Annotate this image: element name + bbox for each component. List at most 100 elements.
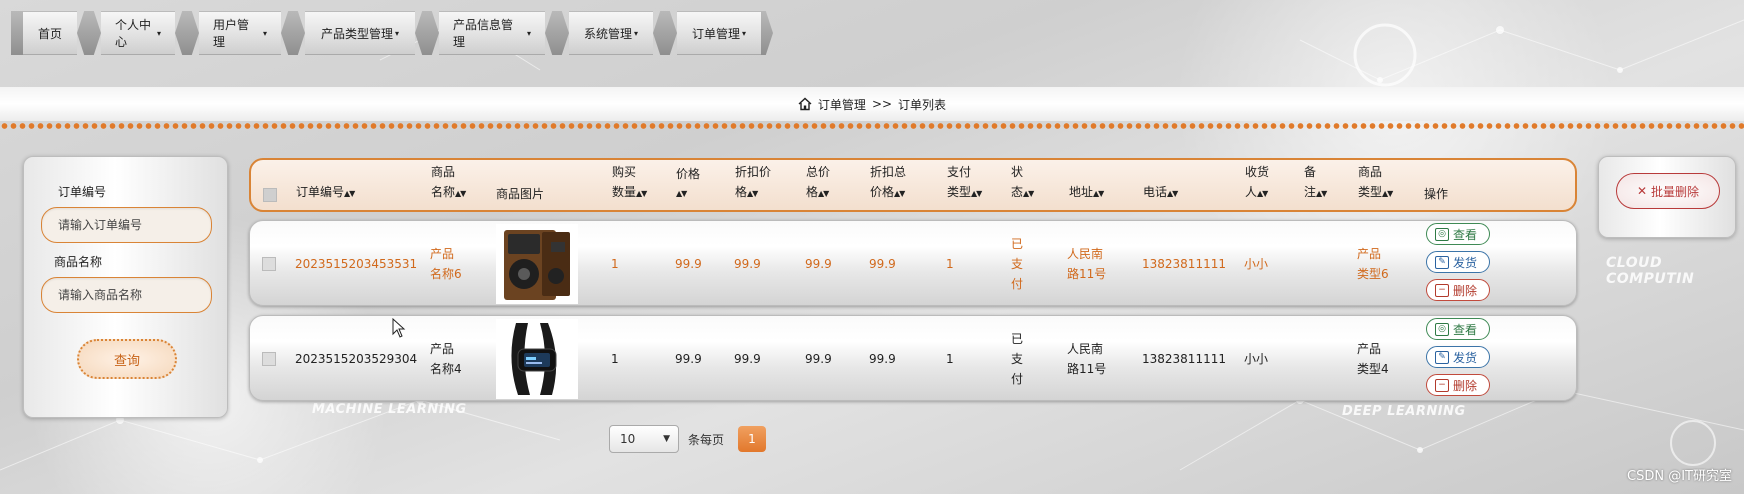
nav-cap-left bbox=[11, 11, 23, 55]
sort-icon: ▲▼ bbox=[676, 189, 687, 198]
cell-price: 99.9 bbox=[675, 352, 702, 366]
nav-separator bbox=[281, 11, 305, 55]
product-name-input[interactable] bbox=[41, 277, 212, 313]
product-name-label: 商品名称 bbox=[54, 255, 103, 269]
col-discount-total[interactable]: 折扣总 价格▲▼ bbox=[870, 162, 906, 204]
bg-text-cloud: CLOUD COMPUTIN bbox=[1606, 255, 1695, 287]
nav-item-label: 订单管理 bbox=[691, 26, 740, 41]
cell-qty: 1 bbox=[611, 257, 619, 271]
col-price[interactable]: 价格 ▲▼ bbox=[676, 164, 700, 204]
select-all-checkbox[interactable] bbox=[263, 188, 277, 202]
nav-item-label: 个人中心 bbox=[115, 18, 152, 49]
nav-item-personal[interactable]: 个人中心 ▾ bbox=[101, 11, 175, 55]
table-row[interactable]: 2023515203453531 产品 名称6 1 99.9 99.9 99.9 … bbox=[249, 220, 1577, 306]
per-page-label: 条每页 bbox=[688, 433, 725, 447]
cell-phone: 13823811111 bbox=[1142, 352, 1226, 366]
cell-receiver: 小小 bbox=[1244, 257, 1269, 271]
nav-item-orders[interactable]: 订单管理 ▾ bbox=[677, 11, 761, 55]
view-icon: ◎ bbox=[1435, 322, 1449, 336]
row-checkbox[interactable] bbox=[262, 352, 276, 366]
col-phone[interactable]: 电话▲▼ bbox=[1143, 182, 1178, 204]
sort-icon: ▲▼ bbox=[344, 189, 355, 198]
breadcrumb: 订单管理 >> 订单列表 bbox=[0, 87, 1744, 121]
order-no-label: 订单编号 bbox=[58, 185, 107, 199]
table-header: 订单编号▲▼ 商品 名称▲▼ 商品图片 购买 数量▲▼ 价格 ▲▼ 折扣价 格▲▼ 总价… bbox=[249, 158, 1577, 212]
delete-button[interactable]: − 删除 bbox=[1426, 279, 1490, 301]
product-thumbnail-speaker[interactable] bbox=[496, 224, 578, 304]
sort-icon: ▲▼ bbox=[818, 189, 829, 198]
sort-icon: ▲▼ bbox=[1093, 189, 1104, 198]
col-remark[interactable]: 备注▲▼ bbox=[1304, 162, 1327, 204]
cell-discount-price: 99.9 bbox=[734, 352, 761, 366]
search-panel: 订单编号 商品名称 查询 bbox=[23, 156, 228, 418]
nav-separator bbox=[175, 11, 199, 55]
batch-delete-button[interactable]: ✕ 批量删除 bbox=[1616, 173, 1720, 209]
nav-cap-right bbox=[761, 11, 773, 55]
nav-item-users[interactable]: 用户管理 ▾ bbox=[199, 11, 281, 55]
cell-status: 已支付 bbox=[1011, 237, 1024, 291]
nav-item-label: 产品信息管理 bbox=[453, 18, 514, 49]
col-qty[interactable]: 购买 数量▲▼ bbox=[612, 162, 647, 204]
cell-total: 99.9 bbox=[805, 352, 832, 366]
nav-item-label: 用户管理 bbox=[213, 18, 250, 49]
bg-text-ml: MACHINE LEARNING bbox=[312, 402, 467, 417]
order-no-input[interactable] bbox=[41, 207, 212, 243]
product-thumbnail-smartband[interactable] bbox=[496, 319, 578, 399]
view-button[interactable]: ◎ 查看 bbox=[1426, 318, 1490, 340]
sort-icon: ▲▼ bbox=[1257, 189, 1268, 198]
nav-item-label: 产品类型管理 bbox=[320, 26, 393, 41]
cell-product-name: 产品 名称4 bbox=[430, 342, 462, 376]
sort-icon: ▲▼ bbox=[747, 189, 758, 198]
col-image: 商品图片 bbox=[496, 187, 545, 201]
cell-order-no: 2023515203529304 bbox=[295, 352, 418, 366]
nav-item-system[interactable]: 系统管理 ▾ bbox=[569, 11, 653, 55]
nav-separator bbox=[77, 11, 101, 55]
col-actions: 操作 bbox=[1424, 187, 1449, 201]
nav-item-home[interactable]: 首页 bbox=[23, 11, 77, 55]
chevron-down-icon: ▾ bbox=[742, 28, 747, 38]
col-discount-price[interactable]: 折扣价 格▲▼ bbox=[735, 162, 771, 204]
sort-icon: ▲▼ bbox=[1382, 189, 1393, 198]
col-order-no[interactable]: 订单编号▲▼ bbox=[296, 182, 355, 204]
col-address[interactable]: 地址▲▼ bbox=[1069, 182, 1104, 204]
edit-icon: ✎ bbox=[1435, 255, 1449, 269]
nav-item-products[interactable]: 产品信息管理 ▾ bbox=[439, 11, 545, 55]
cell-order-no: 2023515203453531 bbox=[295, 257, 418, 271]
chevron-down-icon: ▾ bbox=[634, 28, 639, 38]
col-pay-type[interactable]: 支付 类型▲▼ bbox=[947, 162, 982, 204]
page-size-select[interactable]: 10 ▼ bbox=[609, 425, 679, 453]
nav-separator bbox=[545, 11, 569, 55]
table-row[interactable]: 2023515203529304 产品 名称4 1 99.9 99.9 99.9 … bbox=[249, 315, 1577, 401]
cell-pay-type: 1 bbox=[946, 257, 954, 271]
col-status[interactable]: 状态▲▼ bbox=[1011, 162, 1034, 204]
col-receiver[interactable]: 收货 人▲▼ bbox=[1245, 162, 1269, 204]
watermark: CSDN @IT研究室 bbox=[1627, 469, 1732, 484]
edit-icon: ✎ bbox=[1435, 350, 1449, 364]
row-checkbox[interactable] bbox=[262, 257, 276, 271]
page-size-value: 10 bbox=[620, 432, 636, 446]
ship-button[interactable]: ✎ 发货 bbox=[1426, 251, 1490, 273]
sort-icon: ▲▼ bbox=[894, 189, 905, 198]
close-icon: ✕ bbox=[1636, 184, 1648, 198]
minus-icon: − bbox=[1435, 283, 1449, 297]
page-number-current[interactable]: 1 bbox=[738, 426, 766, 452]
speaker-image bbox=[504, 230, 570, 300]
view-button[interactable]: ◎ 查看 bbox=[1426, 223, 1490, 245]
cell-product-type: 产品 类型4 bbox=[1357, 342, 1389, 376]
col-product-name[interactable]: 商品 名称▲▼ bbox=[431, 162, 466, 204]
cell-discount-total: 99.9 bbox=[869, 257, 896, 271]
sort-icon: ▲▼ bbox=[1316, 189, 1327, 198]
delete-button[interactable]: − 删除 bbox=[1426, 374, 1490, 396]
breadcrumb-section[interactable]: 订单管理 bbox=[818, 96, 866, 113]
cell-product-name: 产品 名称6 bbox=[430, 247, 462, 281]
cell-pay-type: 1 bbox=[946, 352, 954, 366]
chevron-down-icon: ▼ bbox=[663, 434, 670, 444]
cell-discount-price: 99.9 bbox=[734, 257, 761, 271]
query-button[interactable]: 查询 bbox=[77, 339, 177, 379]
nav-item-product-types[interactable]: 产品类型管理 ▾ bbox=[305, 11, 415, 55]
chevron-down-icon: ▾ bbox=[526, 28, 531, 38]
col-total[interactable]: 总价 格▲▼ bbox=[806, 162, 830, 204]
ship-button[interactable]: ✎ 发货 bbox=[1426, 346, 1490, 368]
sort-icon: ▲▼ bbox=[971, 189, 982, 198]
col-product-type[interactable]: 商品 类型▲▼ bbox=[1358, 162, 1393, 204]
